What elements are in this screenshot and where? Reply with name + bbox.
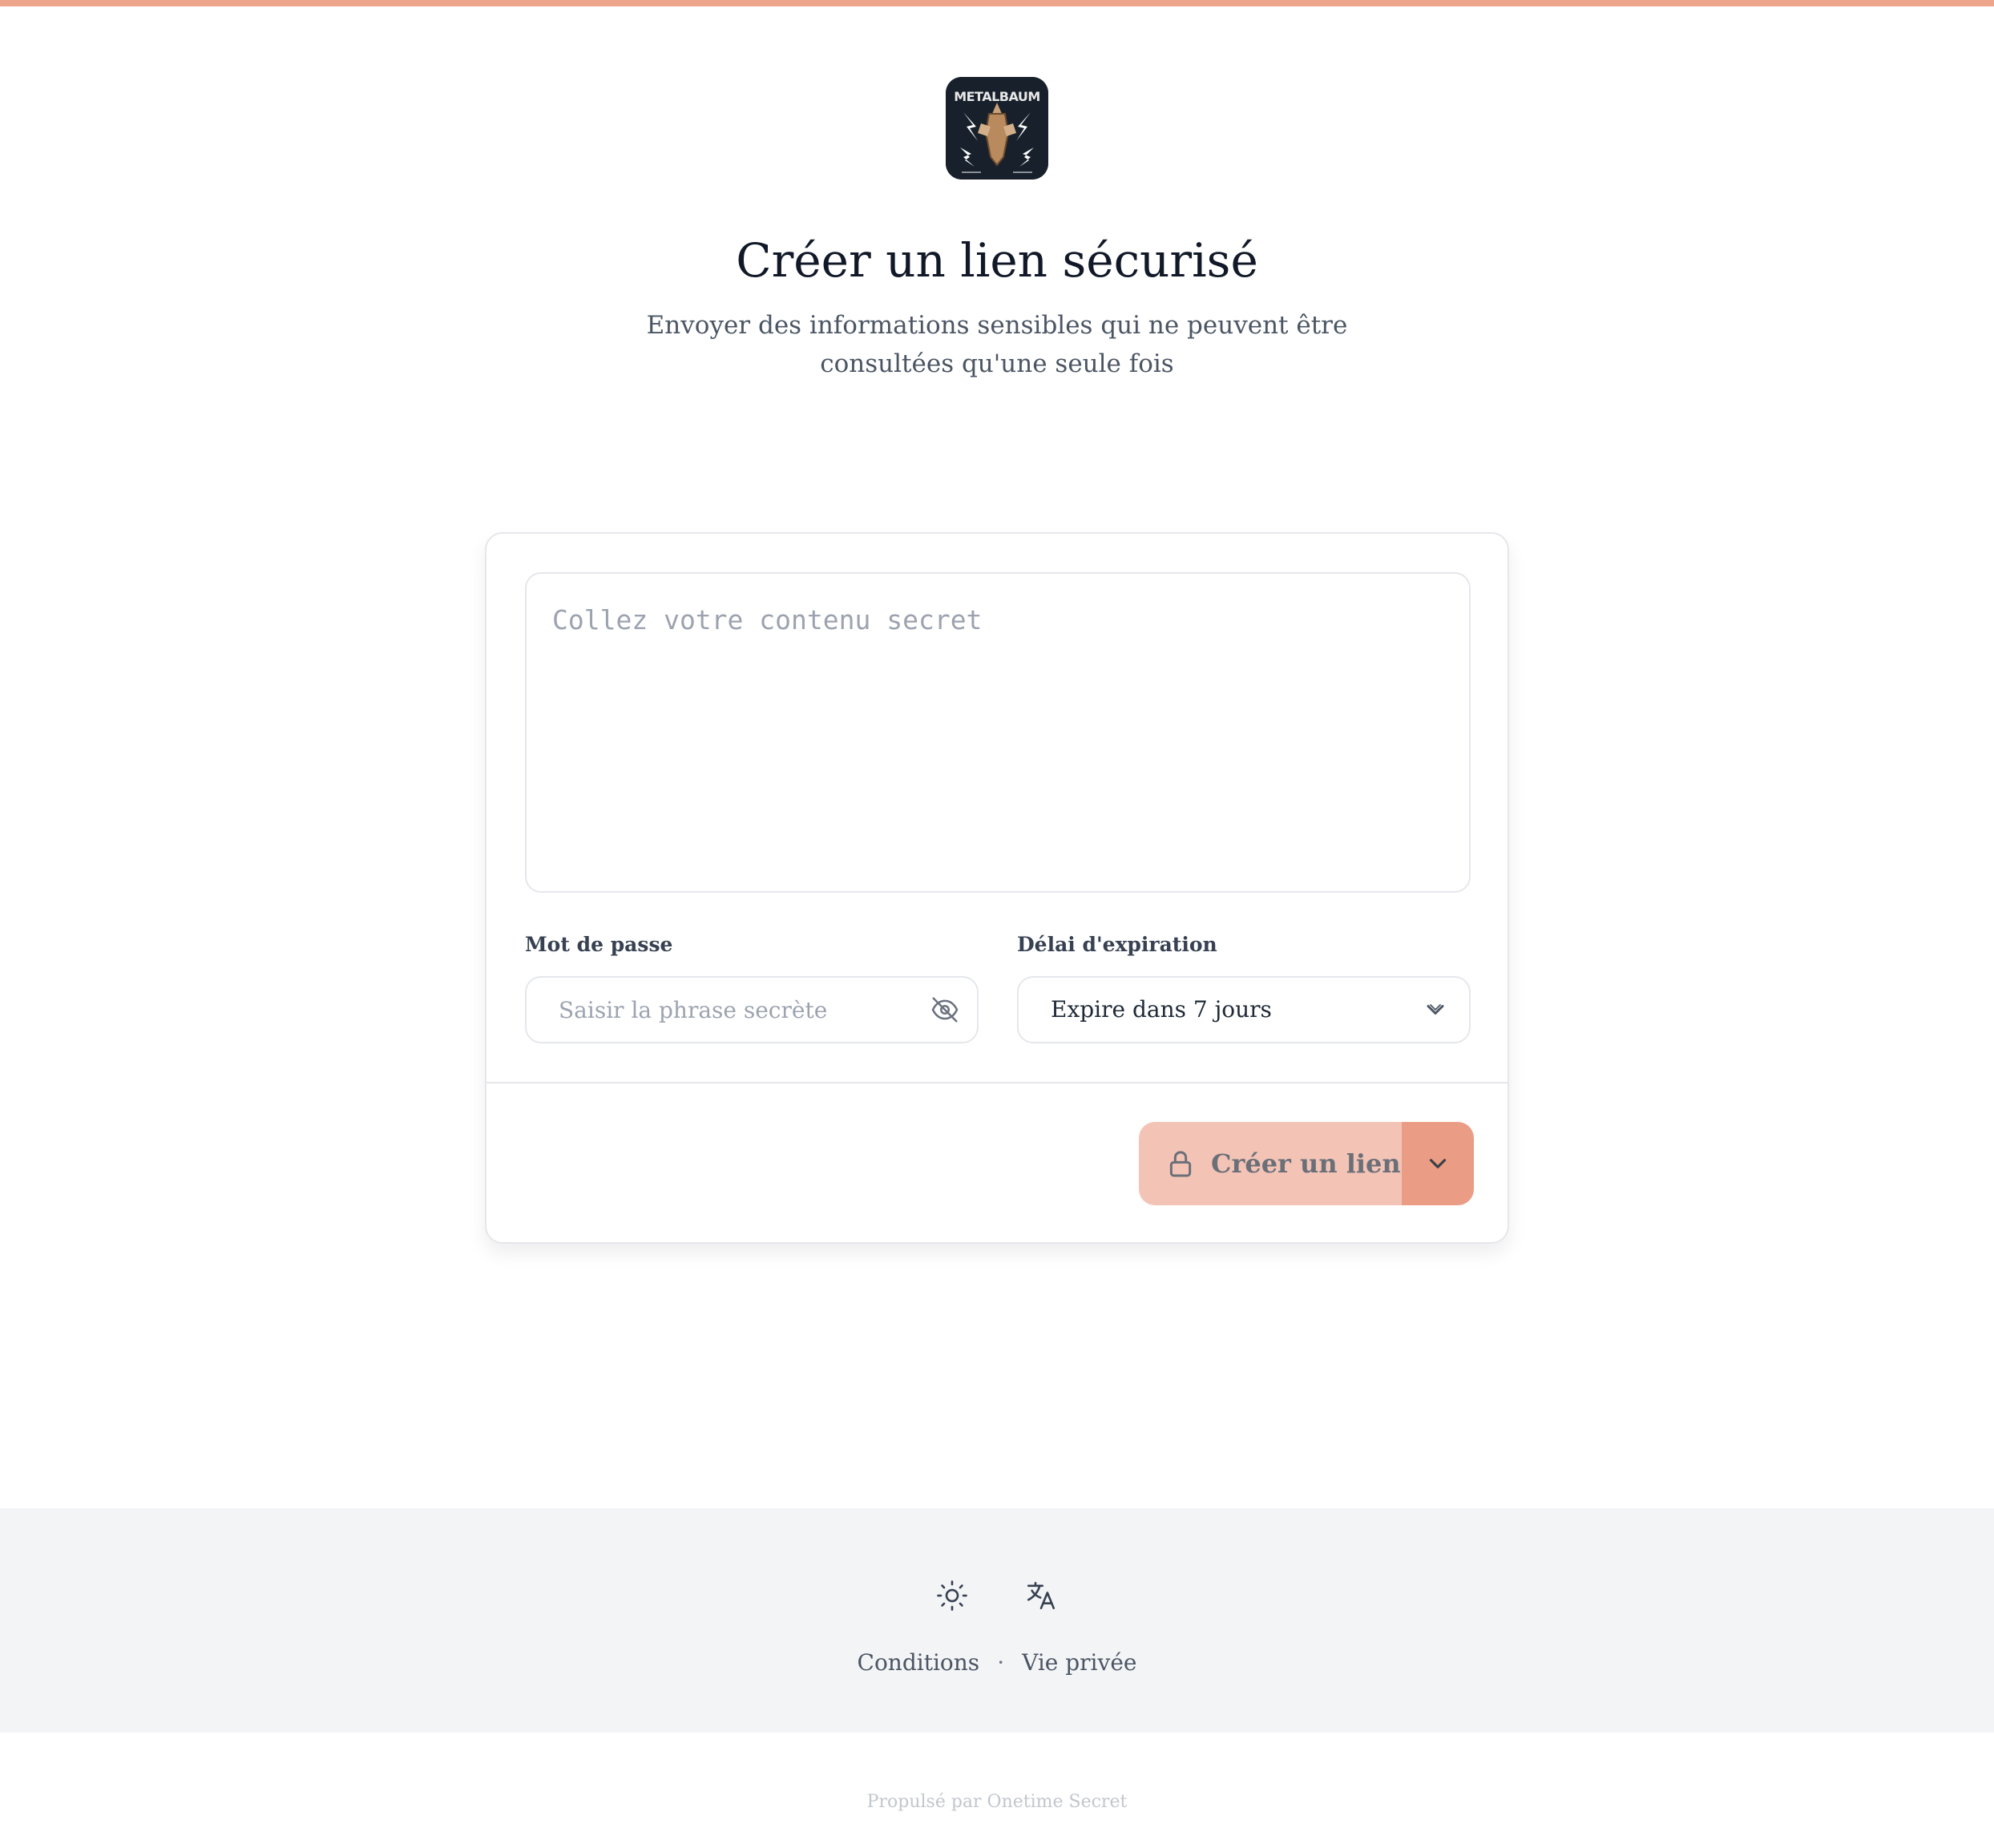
password-input[interactable] [527, 978, 911, 1042]
create-link-label: Créer un lien [1211, 1148, 1401, 1179]
eye-off-icon [931, 997, 959, 1023]
password-visibility-toggle[interactable] [929, 994, 961, 1026]
create-options-dropdown-button[interactable] [1402, 1122, 1474, 1205]
chevron-down-icon [1429, 1159, 1447, 1168]
expiration-select[interactable]: Expire dans 7 jours [1017, 976, 1471, 1043]
expiration-select-value: Expire dans 7 jours [1051, 996, 1272, 1023]
sun-icon [937, 1580, 967, 1611]
theme-toggle-button[interactable] [932, 1576, 972, 1616]
page-subtitle: Envoyer des informations sensibles qui n… [646, 311, 1348, 378]
brand-logo: METALBAUM [946, 77, 1048, 180]
chevron-down-icon [1427, 1004, 1444, 1015]
translate-icon [1027, 1581, 1056, 1610]
privacy-link[interactable]: Vie privée [1022, 1649, 1136, 1676]
top-accent-bar [0, 0, 1994, 6]
footer: Conditions · Vie privée [0, 1508, 1994, 1733]
svg-text:METALBAUM: METALBAUM [954, 89, 1040, 104]
footer-link-separator: · [997, 1649, 1005, 1676]
page-title: Créer un lien sécurisé [736, 233, 1258, 288]
language-button[interactable] [1021, 1576, 1061, 1616]
terms-link[interactable]: Conditions [858, 1649, 980, 1676]
lock-icon [1169, 1151, 1192, 1177]
password-label: Mot de passe [525, 933, 673, 956]
create-link-button[interactable]: Créer un lien [1139, 1122, 1402, 1205]
powered-by-text: Propulsé par Onetime Secret [866, 1792, 1128, 1812]
secret-content-textarea[interactable] [525, 572, 1471, 893]
expiration-label: Délai d'expiration [1017, 933, 1217, 956]
footer-links: Conditions · Vie privée [0, 1649, 1994, 1676]
card-divider [486, 1082, 1508, 1083]
password-field [525, 976, 979, 1043]
secret-form-card: Mot de passe Délai d'expiration Expire d… [485, 532, 1509, 1244]
